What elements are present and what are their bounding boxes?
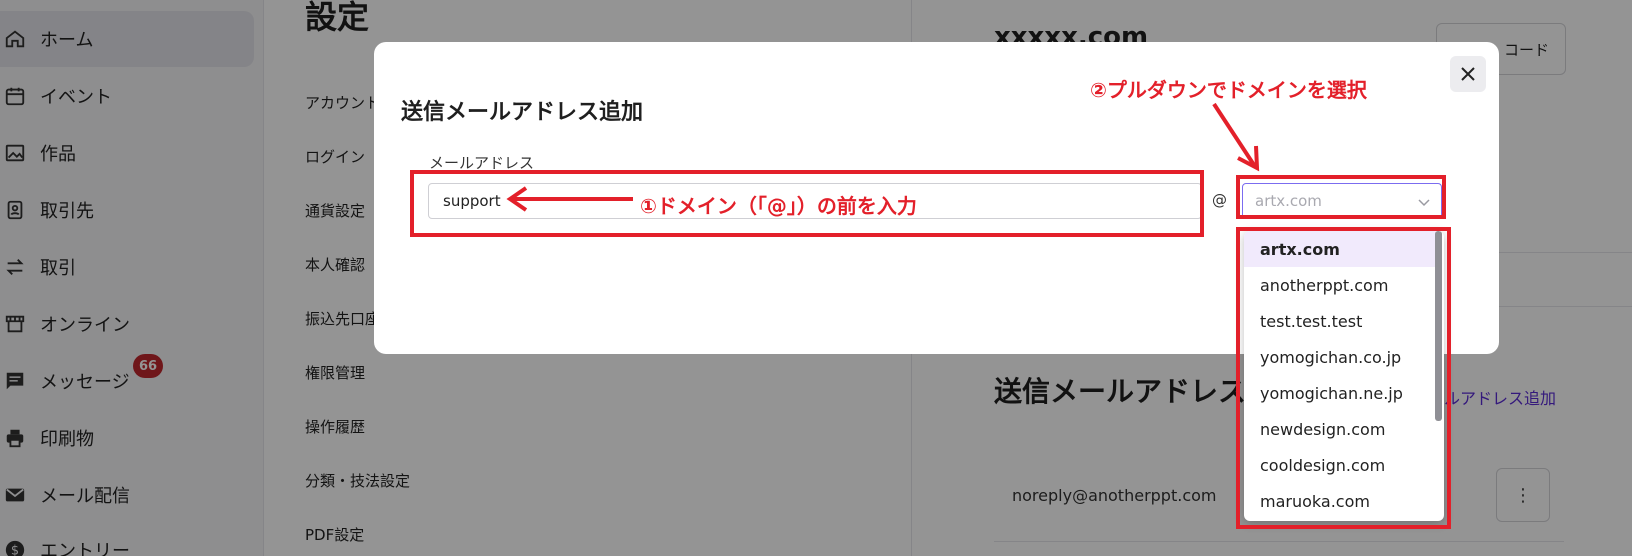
arrow-down-to-select xyxy=(1212,102,1260,172)
annotation-arrows xyxy=(506,102,1260,212)
arrow-left-to-input xyxy=(506,186,633,212)
